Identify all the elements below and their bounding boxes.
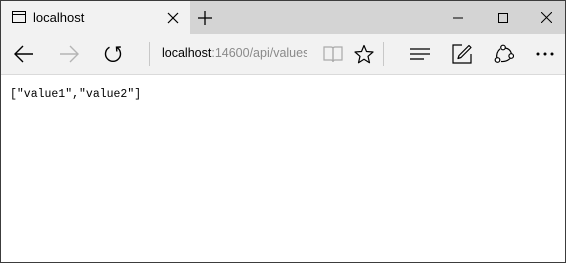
close-tab-icon[interactable] [167, 12, 179, 24]
hub-button[interactable] [408, 42, 432, 66]
more-icon [535, 51, 555, 57]
json-response-text: ["value1","value2"] [10, 88, 142, 101]
address-bar[interactable]: localhost:14600/api/values [162, 46, 307, 60]
arrow-left-icon [14, 45, 34, 63]
browser-window: localhost localhost:14600/api/values ["v… [0, 0, 566, 263]
back-button[interactable] [12, 42, 36, 66]
toolbar-separator [383, 42, 384, 66]
maximize-button[interactable] [480, 1, 526, 34]
forward-button[interactable] [57, 42, 81, 66]
new-tab-plus-icon[interactable] [198, 11, 212, 25]
minimize-button[interactable] [435, 1, 481, 34]
close-window-button[interactable] [523, 1, 565, 34]
web-note-button[interactable] [450, 42, 474, 66]
title-bar: localhost [1, 1, 565, 34]
refresh-button[interactable] [101, 42, 125, 66]
minimize-icon [453, 13, 463, 23]
url-host: localhost [162, 46, 212, 60]
pen-icon [452, 44, 472, 64]
tab-title: localhost [33, 10, 85, 25]
address-separator [149, 42, 150, 66]
star-icon [354, 44, 374, 64]
refresh-icon [103, 44, 123, 64]
share-button[interactable] [492, 42, 516, 66]
close-icon [540, 12, 552, 23]
more-button[interactable] [533, 42, 557, 66]
tab-localhost[interactable]: localhost [1, 1, 190, 34]
share-icon [494, 44, 514, 64]
navigation-bar: localhost:14600/api/values [1, 34, 565, 75]
reading-view-button[interactable] [321, 42, 345, 66]
book-icon [323, 45, 343, 63]
hub-icon [410, 47, 430, 61]
arrow-right-icon [59, 45, 79, 63]
url-path: :14600/api/values [211, 46, 307, 60]
page-content: ["value1","value2"] [1, 75, 565, 262]
favorite-button[interactable] [352, 42, 376, 66]
page-icon [12, 11, 26, 23]
maximize-icon [498, 12, 508, 23]
